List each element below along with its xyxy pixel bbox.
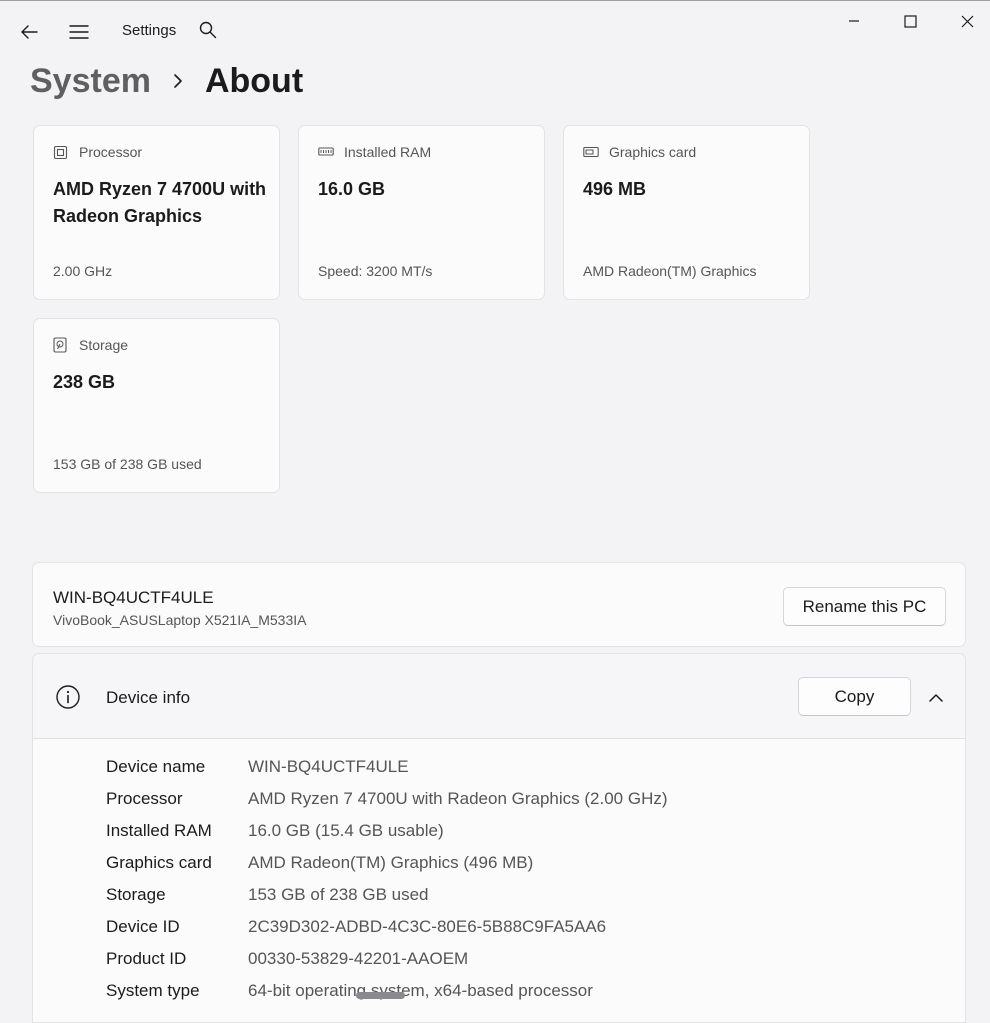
info-row-storage: Storage 153 GB of 238 GB used (106, 879, 668, 911)
window-border (0, 0, 990, 1)
collapse-button[interactable] (921, 682, 951, 712)
info-label: Processor (106, 789, 183, 808)
info-icon (56, 685, 80, 709)
info-label: Storage (106, 885, 166, 904)
info-value: WIN-BQ4UCTF4ULE (248, 757, 409, 776)
info-label: Device ID (106, 917, 180, 936)
info-row-device-name: Device name WIN-BQ4UCTF4ULE (106, 751, 668, 783)
info-label: Product ID (106, 949, 187, 968)
processor-card: Processor AMD Ryzen 7 4700U with Radeon … (33, 125, 280, 300)
maximize-button[interactable] (887, 6, 933, 36)
breadcrumb-system[interactable]: System (30, 62, 151, 101)
info-value: 2C39D302-ADBD-4C3C-80E6-5B88C9FA5AA6 (248, 917, 607, 936)
close-button[interactable] (944, 6, 990, 36)
pc-name: WIN-BQ4UCTF4ULE (53, 588, 214, 607)
processor-detail: 2.00 GHz (53, 263, 113, 279)
graphics-card-label: Graphics card (609, 144, 697, 160)
graphics-card-value: 496 MB (583, 179, 647, 199)
storage-value: 238 GB (53, 372, 116, 392)
back-arrow-icon (21, 25, 38, 39)
info-row-graphics-card: Graphics card AMD Radeon(TM) Graphics (4… (106, 847, 668, 879)
storage-label: Storage (79, 337, 129, 353)
info-label: Graphics card (106, 853, 212, 872)
pc-name-panel: WIN-BQ4UCTF4ULE VivoBook_ASUSLaptop X521… (32, 562, 966, 647)
app-title: Settings (122, 22, 177, 39)
ram-icon (318, 144, 334, 160)
close-icon (961, 15, 973, 27)
info-row-device-id: Device ID 2C39D302-ADBD-4C3C-80E6-5B88C9… (106, 911, 668, 943)
info-label: System type (106, 981, 200, 1000)
chevron-right-icon (173, 73, 183, 89)
page-title: About (204, 61, 304, 100)
rename-pc-button[interactable]: Rename this PC (783, 587, 946, 626)
processor-label: Processor (79, 144, 143, 160)
chevron-up-icon (929, 693, 943, 702)
scrollbar-thumb[interactable] (356, 992, 405, 999)
hamburger-menu-icon (69, 25, 89, 39)
device-info-list: Device name WIN-BQ4UCTF4ULE Processor AM… (106, 751, 668, 1007)
storage-card: Storage 238 GB 153 GB of 238 GB used (33, 318, 280, 493)
device-info-header[interactable]: Device info Copy (33, 654, 965, 739)
pc-model: VivoBook_ASUSLaptop X521IA_M533IA (53, 612, 307, 628)
ram-value: 16.0 GB (318, 179, 386, 199)
info-label: Installed RAM (106, 821, 212, 840)
copy-button[interactable]: Copy (798, 677, 911, 716)
back-button[interactable] (11, 14, 47, 50)
info-row-installed-ram: Installed RAM 16.0 GB (15.4 GB usable) (106, 815, 668, 847)
info-value: 00330-53829-42201-AAOEM (248, 949, 469, 968)
ram-card: Installed RAM 16.0 GB Speed: 3200 MT/s (298, 125, 545, 300)
graphics-card-detail: AMD Radeon(TM) Graphics (583, 263, 757, 279)
device-info-title: Device info (106, 688, 191, 707)
maximize-icon (903, 14, 917, 28)
storage-detail: 153 GB of 238 GB used (53, 456, 202, 472)
info-value: 64-bit operating system, x64-based proce… (248, 981, 593, 1000)
graphics-card-card: Graphics card 496 MB AMD Radeon(TM) Grap… (563, 125, 810, 300)
graphics-card-icon (583, 144, 599, 160)
info-value: AMD Radeon(TM) Graphics (496 MB) (248, 853, 534, 872)
ram-label: Installed RAM (344, 144, 432, 160)
info-value: 16.0 GB (15.4 GB usable) (248, 821, 444, 840)
processor-icon (53, 144, 69, 160)
breadcrumb: System About (30, 58, 303, 104)
device-info-panel: Device info Copy Device name WIN-BQ4UCTF… (32, 653, 966, 1023)
info-value: AMD Ryzen 7 4700U with Radeon Graphics (… (248, 789, 668, 808)
info-row-system-type: System type 64-bit operating system, x64… (106, 975, 668, 1007)
info-label: Device name (106, 757, 206, 776)
ram-detail: Speed: 3200 MT/s (318, 263, 433, 279)
search-button[interactable] (190, 12, 226, 48)
menu-button[interactable] (61, 14, 97, 50)
minimize-button[interactable] (831, 6, 877, 36)
info-value: 153 GB of 238 GB used (248, 885, 429, 904)
processor-value: AMD Ryzen 7 4700U with Radeon Graphics (53, 179, 267, 226)
info-row-product-id: Product ID 00330-53829-42201-AAOEM (106, 943, 668, 975)
minimize-icon (849, 20, 859, 22)
info-row-processor: Processor AMD Ryzen 7 4700U with Radeon … (106, 783, 668, 815)
storage-icon (53, 337, 69, 353)
search-icon (199, 21, 217, 39)
